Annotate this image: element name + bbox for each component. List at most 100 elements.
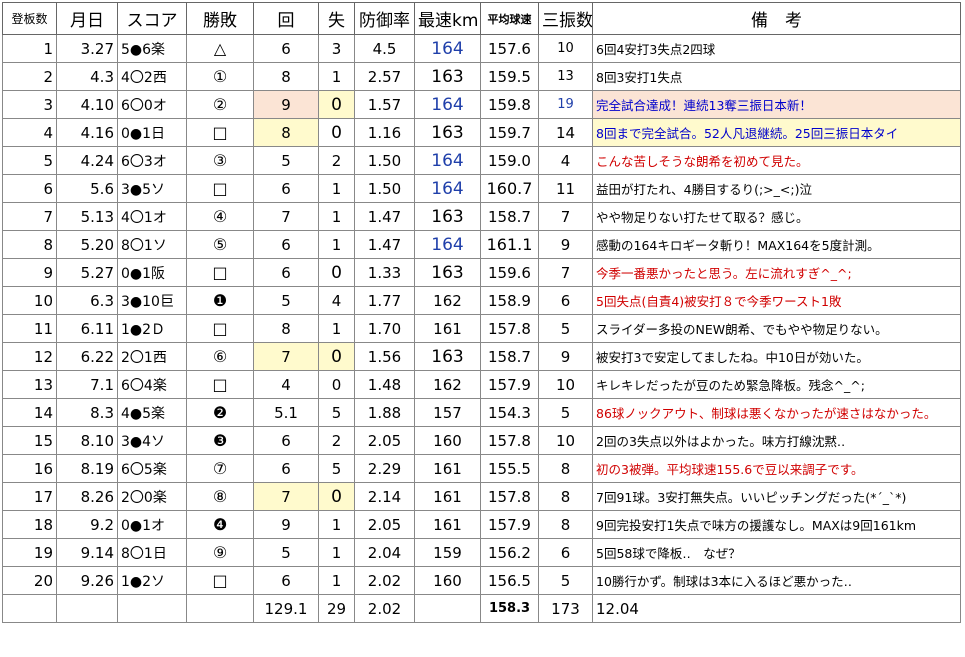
cell-avg-speed: 160.7 [480, 174, 539, 203]
cell-avg-speed: 156.2 [480, 538, 539, 567]
cell-score: 6〇4楽 [117, 370, 187, 399]
cell-strikeouts: 5 [538, 566, 593, 595]
totals-note: 12.04 [592, 594, 961, 623]
table-row: 20 9.26 1●2ソ □ 6 1 2.02 160 156.5 5 10勝行… [2, 566, 961, 595]
cell-score: 3●4ソ [117, 426, 187, 455]
cell-strikeouts: 10 [538, 370, 593, 399]
cell-date: 5.27 [56, 258, 118, 287]
cell-result: □ [186, 118, 254, 147]
header-era: 防御率 [354, 2, 415, 35]
cell-runs: 0 [318, 370, 355, 399]
cell-order: 3 [2, 90, 57, 119]
cell-runs: 1 [318, 202, 355, 231]
header-row: 登板数 月日 スコア 勝敗 回 失 防御率 最速km 平均球速 三振数 備 考 [2, 2, 961, 35]
cell-era: 2.57 [354, 62, 415, 91]
cell-max-speed: 160 [414, 566, 481, 595]
cell-era: 1.50 [354, 146, 415, 175]
cell-era: 2.02 [354, 566, 415, 595]
cell-date: 8.19 [56, 454, 118, 483]
cell-result: ④ [186, 202, 254, 231]
cell-note: 2回の3失点以外はよかった。味方打線沈黙‥ [592, 426, 961, 455]
header-max-speed: 最速km [414, 2, 481, 35]
cell-avg-speed: 155.5 [480, 454, 539, 483]
cell-note: 今季一番悪かったと思う。左に流れすぎ^_^; [592, 258, 961, 287]
cell-date: 9.14 [56, 538, 118, 567]
cell-max-speed: 160 [414, 426, 481, 455]
cell-innings: 6 [253, 174, 319, 203]
cell-note: 8回3安打1失点 [592, 62, 961, 91]
totals-blank [56, 594, 118, 623]
cell-order: 2 [2, 62, 57, 91]
cell-note: 益田が打たれ、4勝目するり(;>_<;)泣 [592, 174, 961, 203]
cell-innings: 5 [253, 286, 319, 315]
cell-era: 1.77 [354, 286, 415, 315]
cell-date: 5.20 [56, 230, 118, 259]
cell-era: 1.33 [354, 258, 415, 287]
cell-result: ❹ [186, 510, 254, 539]
table-row: 14 8.3 4●5楽 ❷ 5.1 5 1.88 157 154.3 5 86球… [2, 398, 961, 427]
cell-max-speed: 163 [414, 342, 481, 371]
totals-avg-speed: 158.3 [480, 594, 539, 623]
table-row: 15 8.10 3●4ソ ❸ 6 2 2.05 160 157.8 10 2回の… [2, 426, 961, 455]
cell-note: こんな苦しそうな朗希を初めて見た。 [592, 146, 961, 175]
cell-runs: 2 [318, 146, 355, 175]
cell-innings: 9 [253, 90, 319, 119]
cell-runs: 2 [318, 426, 355, 455]
cell-runs: 5 [318, 398, 355, 427]
cell-era: 1.48 [354, 370, 415, 399]
cell-runs: 1 [318, 566, 355, 595]
cell-max-speed: 161 [414, 314, 481, 343]
cell-avg-speed: 158.7 [480, 202, 539, 231]
table-row: 5 4.24 6〇3オ ③ 5 2 1.50 164 159.0 4 こんな苦し… [2, 146, 961, 175]
cell-strikeouts: 13 [538, 62, 593, 91]
header-avg-speed: 平均球速 [480, 2, 539, 35]
cell-strikeouts: 6 [538, 538, 593, 567]
cell-result: □ [186, 370, 254, 399]
cell-runs: 5 [318, 454, 355, 483]
cell-era: 4.5 [354, 34, 415, 63]
cell-order: 14 [2, 398, 57, 427]
cell-era: 2.14 [354, 482, 415, 511]
totals-blank [2, 594, 57, 623]
cell-avg-speed: 157.8 [480, 314, 539, 343]
cell-strikeouts: 10 [538, 34, 593, 63]
cell-note: やや物足りない打たせて取る？感じ。 [592, 202, 961, 231]
cell-max-speed: 164 [414, 174, 481, 203]
cell-max-speed: 163 [414, 118, 481, 147]
cell-result: ⑥ [186, 342, 254, 371]
cell-strikeouts: 11 [538, 174, 593, 203]
cell-innings: 5 [253, 146, 319, 175]
cell-result: ③ [186, 146, 254, 175]
cell-note: 9回完投安打1失点で味方の援護なし。MAXは9回161km [592, 510, 961, 539]
cell-runs: 1 [318, 314, 355, 343]
totals-innings: 129.1 [253, 594, 319, 623]
cell-strikeouts: 9 [538, 342, 593, 371]
table-row: 3 4.10 6〇0オ ② 9 0 1.57 164 159.8 19 完全試合… [2, 90, 961, 119]
cell-order: 12 [2, 342, 57, 371]
cell-innings: 6 [253, 34, 319, 63]
cell-strikeouts: 9 [538, 230, 593, 259]
cell-max-speed: 161 [414, 510, 481, 539]
cell-score: 2〇0楽 [117, 482, 187, 511]
cell-order: 6 [2, 174, 57, 203]
table-row: 8 5.20 8〇1ソ ⑤ 6 1 1.47 164 161.1 9 感動の16… [2, 230, 961, 259]
cell-runs: 0 [318, 90, 355, 119]
cell-max-speed: 157 [414, 398, 481, 427]
cell-era: 1.16 [354, 118, 415, 147]
cell-result: ② [186, 90, 254, 119]
table-row: 16 8.19 6〇5楽 ⑦ 6 5 2.29 161 155.5 8 初の3被… [2, 454, 961, 483]
cell-order: 15 [2, 426, 57, 455]
header-notes: 備 考 [592, 2, 961, 35]
cell-max-speed: 161 [414, 454, 481, 483]
cell-max-speed: 162 [414, 370, 481, 399]
cell-strikeouts: 7 [538, 258, 593, 287]
cell-note: キレキレだったが豆のため緊急降板。残念^_^; [592, 370, 961, 399]
table-body: 1 3.27 5●6楽 △ 6 3 4.5 164 157.6 10 6回4安打… [2, 34, 961, 623]
cell-score: 3●5ソ [117, 174, 187, 203]
cell-runs: 1 [318, 230, 355, 259]
cell-strikeouts: 10 [538, 426, 593, 455]
cell-max-speed: 163 [414, 62, 481, 91]
cell-score: 0●1オ [117, 510, 187, 539]
cell-result: ⑨ [186, 538, 254, 567]
cell-order: 16 [2, 454, 57, 483]
